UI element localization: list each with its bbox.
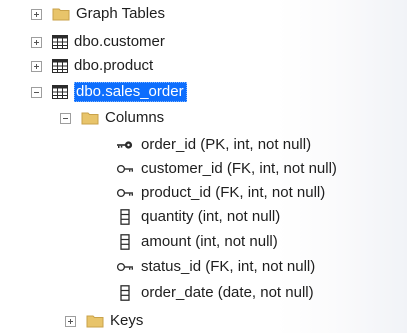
foreign-key-icon bbox=[116, 163, 134, 175]
tree-node-label: Keys bbox=[110, 312, 144, 329]
tree-node-columns-folder[interactable]: Columns bbox=[60, 106, 164, 130]
column-item-product-id[interactable]: product_id (FK, int, not null) bbox=[116, 181, 325, 205]
table-icon bbox=[52, 59, 68, 73]
folder-icon bbox=[52, 7, 70, 21]
tree-node-label: dbo.product bbox=[74, 57, 154, 74]
collapse-minus-icon[interactable] bbox=[31, 86, 42, 98]
column-label: order_date (date, not null) bbox=[141, 284, 314, 301]
tree-node-label: Graph Tables bbox=[76, 5, 165, 22]
column-label: quantity (int, not null) bbox=[141, 208, 281, 225]
column-icon bbox=[116, 234, 134, 250]
tree-node-label: Columns bbox=[105, 109, 165, 126]
column-item-order-date[interactable]: order_date (date, not null) bbox=[116, 281, 314, 305]
column-label: order_id (PK, int, not null) bbox=[141, 136, 312, 153]
expand-plus-icon[interactable] bbox=[31, 36, 42, 48]
column-icon bbox=[116, 209, 134, 225]
column-item-order-id[interactable]: order_id (PK, int, not null) bbox=[116, 133, 311, 157]
primary-key-icon bbox=[116, 139, 134, 151]
expand-plus-icon[interactable] bbox=[31, 8, 42, 20]
column-item-amount[interactable]: amount (int, not null) bbox=[116, 230, 278, 254]
column-label: customer_id (FK, int, not null) bbox=[141, 160, 337, 177]
tree-node-product[interactable]: dbo.product bbox=[31, 54, 153, 78]
tree-node-sales-order[interactable]: dbo.sales_order bbox=[31, 80, 187, 104]
tree-node-label: dbo.customer bbox=[74, 33, 165, 50]
column-label: status_id (FK, int, not null) bbox=[141, 258, 316, 275]
tree-node-keys-folder[interactable]: Keys bbox=[65, 309, 143, 333]
expand-plus-icon[interactable] bbox=[65, 315, 76, 327]
folder-icon bbox=[81, 111, 99, 125]
tree-node-customer[interactable]: dbo.customer bbox=[31, 30, 165, 54]
column-item-customer-id[interactable]: customer_id (FK, int, not null) bbox=[116, 157, 337, 181]
column-item-quantity[interactable]: quantity (int, not null) bbox=[116, 205, 280, 229]
column-icon bbox=[116, 285, 134, 301]
expand-plus-icon[interactable] bbox=[31, 60, 42, 72]
table-icon bbox=[52, 85, 68, 99]
selected-node-label[interactable]: dbo.sales_order bbox=[74, 82, 187, 102]
column-item-status-id[interactable]: status_id (FK, int, not null) bbox=[116, 255, 315, 279]
foreign-key-icon bbox=[116, 187, 134, 199]
table-icon bbox=[52, 35, 68, 49]
folder-icon bbox=[86, 314, 104, 328]
tree-node-graph-tables[interactable]: Graph Tables bbox=[31, 2, 165, 26]
column-label: product_id (FK, int, not null) bbox=[141, 184, 326, 201]
column-label: amount (int, not null) bbox=[141, 233, 278, 250]
foreign-key-icon bbox=[116, 261, 134, 273]
collapse-minus-icon[interactable] bbox=[60, 112, 71, 124]
object-explorer-tree: Graph Tables dbo.customer dbo.product db… bbox=[0, 0, 407, 329]
